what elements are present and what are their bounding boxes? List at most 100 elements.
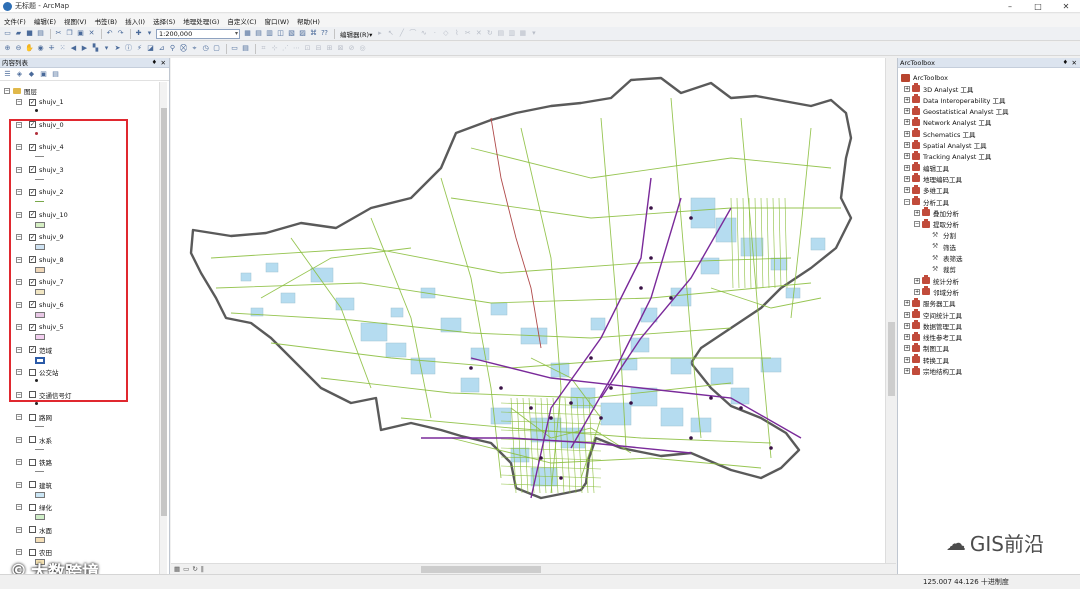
editor-menu-button[interactable]: 编辑器(R)▾ — [340, 29, 372, 39]
expand-toggle-icon[interactable]: − — [16, 459, 22, 465]
layer-visibility-checkbox[interactable] — [29, 391, 36, 398]
expand-toggle-icon[interactable]: − — [16, 211, 22, 218]
find-route-icon[interactable]: ⛒ — [179, 44, 188, 53]
expand-toggle-icon[interactable]: − — [16, 234, 22, 240]
toc-options-icon[interactable]: ▤ — [51, 70, 60, 79]
expand-toggle-icon[interactable]: + — [904, 356, 910, 363]
sketch-properties-icon[interactable]: ▥ — [507, 29, 516, 38]
layer-item[interactable]: − ✓ shujv_3 — [16, 165, 156, 187]
map-horizontal-scrollbar-thumb[interactable] — [421, 566, 541, 573]
cut-icon[interactable]: ✂ — [54, 29, 63, 38]
toolbox-item[interactable]: + 制图工具 — [904, 342, 949, 354]
layer-item[interactable]: − ✓ shujv_10 — [16, 210, 156, 232]
toolbox-item[interactable]: + Tracking Analyst 工具 — [904, 150, 991, 162]
viewer-window-icon[interactable]: ▢ — [212, 44, 221, 53]
expand-toggle-icon[interactable]: + — [904, 108, 910, 115]
arc-segment-icon[interactable]: ⌒ — [408, 29, 417, 38]
layer-visibility-checkbox[interactable] — [29, 526, 36, 533]
expand-toggle-icon[interactable]: + — [904, 119, 910, 126]
layer-item[interactable]: − ✓ shujv_0 — [16, 120, 156, 142]
end-icon[interactable]: ⊘ — [347, 44, 356, 53]
layer-item[interactable]: − 水系 — [16, 435, 156, 457]
vertex-icon[interactable]: ⊞ — [325, 44, 334, 53]
editor-toolbar-icon[interactable]: ▦ — [243, 29, 252, 38]
expand-toggle-icon[interactable]: − — [16, 436, 22, 443]
expand-toggle-icon[interactable]: + — [904, 164, 910, 171]
toolbox-item[interactable]: + Data Interoperability 工具 — [904, 94, 1005, 105]
search-window-icon[interactable]: ◫ — [276, 29, 285, 38]
layer-visibility-checkbox[interactable]: ✓ — [29, 256, 36, 263]
edit-tool-icon[interactable]: ▸ — [375, 29, 384, 38]
go-to-xy-icon[interactable]: ⌖ — [190, 44, 199, 53]
options-icon[interactable]: ◎ — [358, 44, 367, 53]
menu-selection[interactable]: 选择(S) — [153, 16, 175, 26]
clear-selection-icon[interactable]: ▾ — [102, 44, 111, 53]
layer-item[interactable]: − 铁路 — [16, 457, 156, 479]
layer-visibility-checkbox[interactable]: ✓ — [29, 301, 36, 308]
toolbox-item[interactable]: + 地理编码工具 — [904, 173, 962, 184]
layer-visibility-checkbox[interactable]: ✓ — [29, 278, 36, 286]
pin-icon[interactable]: ♦ — [1063, 58, 1068, 68]
toolbox-item[interactable]: + Network Analyst 工具 — [904, 116, 991, 128]
layer-visibility-checkbox[interactable]: ✓ — [29, 166, 36, 173]
split-icon[interactable]: ✕ — [474, 29, 483, 38]
layer-item[interactable]: − 路网 — [16, 412, 156, 434]
toolbox-item[interactable]: + 线性参考工具 — [904, 331, 962, 343]
snap-icon[interactable]: ⊡ — [303, 44, 312, 53]
layer-item[interactable]: − ✓ shujv_9 — [16, 232, 156, 254]
expand-toggle-icon[interactable]: − — [904, 198, 910, 205]
layer-visibility-checkbox[interactable]: ✓ — [29, 188, 36, 196]
time-slider-icon[interactable]: ◷ — [201, 44, 210, 53]
fixed-zoom-in-icon[interactable]: ⁜ — [47, 44, 56, 53]
menu-insert[interactable]: 插入(I) — [125, 16, 145, 26]
menu-geoprocessing[interactable]: 地理处理(G) — [183, 16, 219, 26]
toolbox-item[interactable]: + 空间统计工具 — [904, 309, 962, 320]
modelbuilder-icon[interactable]: ⌘ — [309, 29, 318, 38]
spatial-adjust-icon[interactable]: ⋰ — [281, 44, 290, 53]
toolbox-item[interactable]: + Schematics 工具 — [904, 128, 976, 139]
expand-toggle-icon[interactable]: − — [16, 549, 22, 555]
layer-visibility-checkbox[interactable] — [29, 481, 36, 488]
create-features-icon[interactable]: ▦ — [518, 29, 527, 38]
layer-visibility-checkbox[interactable] — [29, 503, 36, 511]
maximize-button[interactable]: □ — [1024, 0, 1052, 13]
layer-item[interactable]: − 公交站 — [16, 367, 156, 389]
expand-toggle-icon[interactable]: − — [16, 324, 22, 330]
close-icon[interactable]: ✕ — [161, 58, 166, 68]
data-view-icon[interactable]: ▦ — [174, 565, 180, 573]
zoom-in-icon[interactable]: ⊕ — [3, 44, 12, 53]
layer-visibility-checkbox[interactable]: ✓ — [29, 346, 36, 353]
layer-visibility-checkbox[interactable]: ✓ — [29, 323, 36, 331]
expand-toggle-icon[interactable]: + — [904, 96, 910, 103]
layer-item[interactable]: − ✓ shujv_8 — [16, 255, 156, 277]
toolbox-item[interactable]: + 数据管理工具 — [904, 320, 962, 331]
layer-visibility-checkbox[interactable] — [29, 436, 36, 443]
layer-visibility-checkbox[interactable] — [29, 413, 36, 421]
layer-visibility-checkbox[interactable]: ✓ — [29, 233, 36, 241]
chevron-down-icon[interactable]: ▾ — [145, 29, 154, 38]
expand-toggle-icon[interactable]: + — [904, 311, 910, 318]
expand-toggle-icon[interactable]: − — [16, 99, 22, 105]
list-by-visibility-icon[interactable]: ◆ — [27, 70, 36, 79]
tool-item[interactable]: ⚒ 表筛选 — [932, 253, 963, 264]
topology-icon[interactable]: ⌗ — [259, 44, 268, 53]
layer-group-row[interactable]: − 图层 — [4, 86, 37, 96]
edit-vertices-icon[interactable]: ◇ — [441, 29, 450, 38]
pan-hand-icon[interactable]: ✋ — [25, 44, 34, 53]
expand-toggle-icon[interactable]: + — [904, 175, 910, 182]
expand-toggle-icon[interactable]: + — [904, 142, 910, 148]
help-icon[interactable]: ⁇ — [320, 29, 329, 38]
hyperlink-icon[interactable]: ⚡ — [135, 44, 144, 53]
full-extent-icon[interactable]: ◉ — [36, 44, 45, 53]
toc-scrollbar-thumb[interactable] — [161, 108, 167, 516]
toolbox-item[interactable]: − 分析工具 — [904, 196, 949, 207]
toolbox-item[interactable]: + 统计分析 — [914, 275, 959, 286]
map-vertical-scrollbar[interactable] — [885, 58, 896, 563]
table-of-contents-icon[interactable]: ▤ — [254, 29, 263, 38]
menu-bookmarks[interactable]: 书签(B) — [95, 16, 118, 26]
toolbox-item[interactable]: + Geostatistical Analyst 工具 — [904, 105, 1009, 117]
map-scale-combobox[interactable]: 1:200,000 ▾ — [156, 28, 240, 39]
close-icon[interactable]: ✕ — [1072, 58, 1077, 68]
tool-item[interactable]: ⚒ 裁剪 — [932, 264, 956, 275]
expand-toggle-icon[interactable]: − — [16, 189, 22, 195]
